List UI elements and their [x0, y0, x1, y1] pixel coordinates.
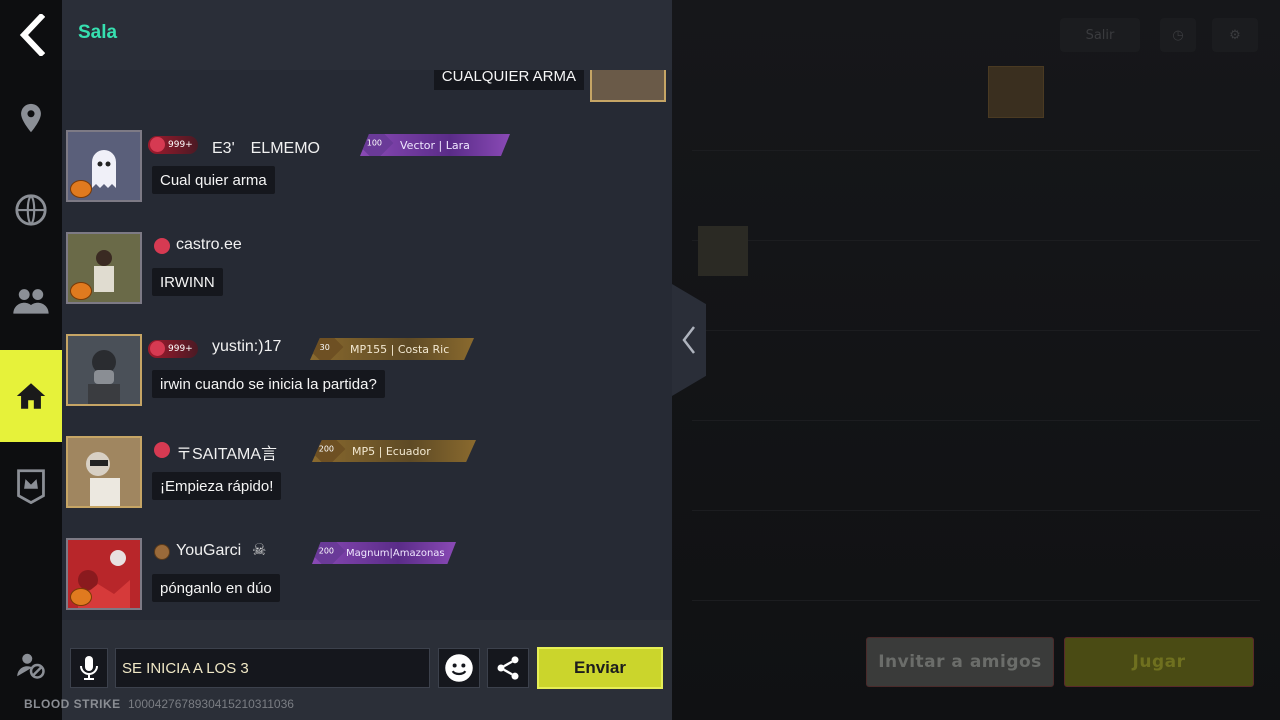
rank-tag-text: Vector | Lara: [400, 138, 470, 152]
share-icon: [497, 656, 519, 680]
message-text: ¡Empieza rápido!: [152, 472, 282, 500]
bg-row: [692, 330, 1260, 421]
page-title: Sala: [78, 22, 118, 43]
bg-row: [692, 60, 1260, 151]
share-button[interactable]: [487, 648, 529, 688]
avatar[interactable]: [590, 70, 666, 102]
level-emblem-icon: [154, 442, 170, 458]
message-text: CUALQUIER ARMA: [433, 70, 584, 90]
rank-level-badge: 30: [310, 338, 344, 360]
message-text: pónganlo en dúo: [152, 574, 280, 602]
avatar[interactable]: [66, 538, 142, 610]
rank-level-badge: 200: [312, 542, 346, 564]
chat-message-input[interactable]: [115, 648, 430, 688]
chevron-left-icon: [682, 326, 695, 354]
left-sidebar: [0, 0, 62, 720]
brand-label: BLOOD STRIKE: [24, 697, 121, 711]
rank-tag-text: Magnum|Amazonas: [346, 547, 445, 559]
level-emblem-icon: [154, 238, 170, 254]
level-badge: 999+: [148, 136, 198, 154]
meme-avatar-icon: [68, 438, 140, 506]
message-text: irwin cuando se inicia la partida?: [152, 370, 385, 398]
user-block-icon[interactable]: [0, 640, 62, 690]
clan-crown-icon[interactable]: [0, 456, 62, 516]
message-list[interactable]: CUALQUIER ARMA 999+ E3' ELMEMO 100 Vecto…: [62, 70, 672, 620]
globe-icon[interactable]: [0, 180, 62, 240]
list-item: 999+ yustin:)17 30 MP155 | Costa Ric irw…: [62, 334, 672, 414]
skull-icon: ☠: [252, 540, 267, 559]
list-item: 999+ E3' ELMEMO 100 Vector | Lara Cual q…: [62, 130, 672, 210]
rank-level-badge: 200: [312, 440, 346, 462]
back-button[interactable]: [12, 12, 52, 58]
microphone-icon: [80, 656, 98, 680]
send-button[interactable]: Enviar: [537, 647, 663, 689]
pumpkin-icon: [70, 180, 92, 198]
masked-soldier-avatar-icon: [68, 336, 140, 404]
rank-tag: 30 MP155 | Costa Ric: [310, 338, 474, 360]
level-badge: 999+: [148, 340, 198, 358]
chat-header: [62, 0, 672, 70]
avatar[interactable]: [66, 436, 142, 508]
background-lobby: [672, 0, 1280, 720]
message-text: IRWINN: [152, 268, 223, 296]
rank-tag-text: MP5 | Ecuador: [352, 444, 431, 458]
rank-tag: 200 Magnum|Amazonas: [312, 542, 456, 564]
bg-player-avatar: [988, 66, 1044, 118]
level-emblem-icon: [154, 544, 170, 560]
list-item: castro.ee IRWINN: [62, 232, 672, 312]
rank-level-badge: 100: [360, 134, 394, 156]
avatar[interactable]: [66, 334, 142, 406]
username[interactable]: YouGarci: [176, 542, 241, 560]
emoji-button[interactable]: [438, 648, 480, 688]
list-item: YouGarci ☠ 200 Magnum|Amazonas pónganlo …: [62, 538, 672, 618]
avatar[interactable]: [66, 130, 142, 202]
home-icon[interactable]: [0, 350, 62, 442]
bg-row: [692, 510, 1260, 601]
player-id: 1000427678930415210311036: [128, 697, 294, 711]
bg-settings-icon: ⚙: [1212, 18, 1258, 52]
bg-player-avatar: [698, 226, 748, 276]
bg-clock-icon: ◷: [1160, 18, 1196, 52]
avatar[interactable]: [66, 232, 142, 304]
bg-row: [692, 240, 1260, 331]
username[interactable]: 〒SAITAMA言: [176, 440, 277, 464]
microphone-button[interactable]: [70, 648, 108, 688]
username[interactable]: castro.ee: [176, 236, 242, 254]
pumpkin-icon: [70, 588, 92, 606]
bg-row: [692, 420, 1260, 511]
username[interactable]: yustin:)17: [212, 338, 281, 356]
rank-tag: 100 Vector | Lara: [360, 134, 510, 156]
bg-invite-friends-button: Invitar a amigos: [866, 637, 1054, 687]
smiley-icon: [445, 654, 473, 682]
bg-play-button: Jugar: [1064, 637, 1254, 687]
pumpkin-icon: [70, 282, 92, 300]
bg-exit-button: Salir: [1060, 18, 1140, 52]
username[interactable]: E3' ELMEMO: [212, 134, 320, 158]
list-item: 〒SAITAMA言 200 MP5 | Ecuador ¡Empieza ráp…: [62, 436, 672, 516]
bg-row: [692, 150, 1260, 241]
rank-tag: 200 MP5 | Ecuador: [312, 440, 476, 462]
message-text: Cual quier arma: [152, 166, 275, 194]
friends-icon[interactable]: [0, 270, 62, 330]
map-pin-icon[interactable]: [0, 88, 62, 148]
rank-tag-text: MP155 | Costa Ric: [350, 342, 450, 356]
